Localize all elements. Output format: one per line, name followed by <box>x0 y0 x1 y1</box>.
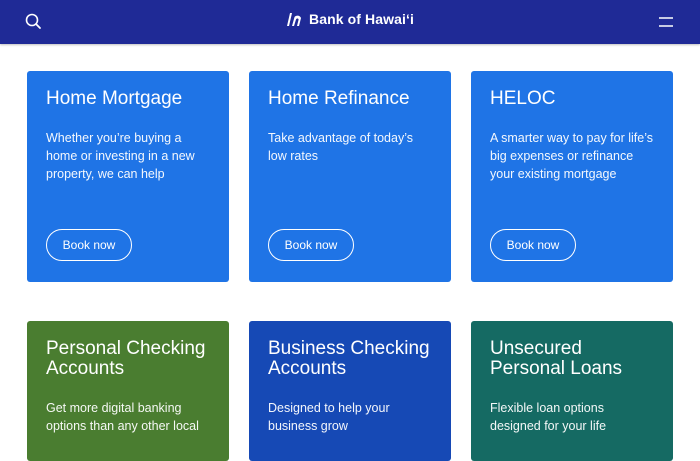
card-description: Whether you’re buying a home or investin… <box>46 131 195 181</box>
hamburger-menu-icon[interactable] <box>654 10 678 34</box>
book-now-button[interactable]: Book now <box>46 229 132 261</box>
brand-name: Bank of Hawaiʻi <box>309 11 414 27</box>
card-personal-checking[interactable]: Personal Checking Accounts Get more digi… <box>27 321 229 461</box>
card-description: Designed to help your business grow <box>268 401 390 433</box>
card-title: Personal Checking Accounts <box>46 338 206 379</box>
card-heloc: HELOC A smarter way to pay for life’s bi… <box>471 71 673 282</box>
card-home-refinance: Home Refinance Take advantage of today’s… <box>249 71 451 282</box>
brand-logo[interactable]: Bank of Hawaiʻi <box>286 11 414 27</box>
book-now-button[interactable]: Book now <box>490 229 576 261</box>
card-title: Business Checking Accounts <box>268 338 430 379</box>
card-title: Unsecured Personal Loans <box>490 338 623 379</box>
card-description: Get more digital banking options than an… <box>46 401 199 433</box>
book-now-button[interactable]: Book now <box>268 229 354 261</box>
card-title: Home Mortgage <box>46 88 183 109</box>
card-title: HELOC <box>490 88 556 109</box>
top-header: Bank of Hawaiʻi <box>0 0 700 44</box>
card-description: Take advantage of today’s low rates <box>268 131 414 163</box>
card-title: Home Refinance <box>268 88 410 109</box>
card-business-checking[interactable]: Business Checking Accounts Designed to h… <box>249 321 451 461</box>
card-description: Flexible loan options designed for your … <box>490 401 607 433</box>
search-icon[interactable] <box>22 10 46 34</box>
card-unsecured-loans[interactable]: Unsecured Personal Loans Flexible loan o… <box>471 321 673 461</box>
card-home-mortgage: Home Mortgage Whether you’re buying a ho… <box>27 71 229 282</box>
bank-logo-icon <box>287 13 302 26</box>
card-description: A smarter way to pay for life’s big expe… <box>490 131 654 181</box>
